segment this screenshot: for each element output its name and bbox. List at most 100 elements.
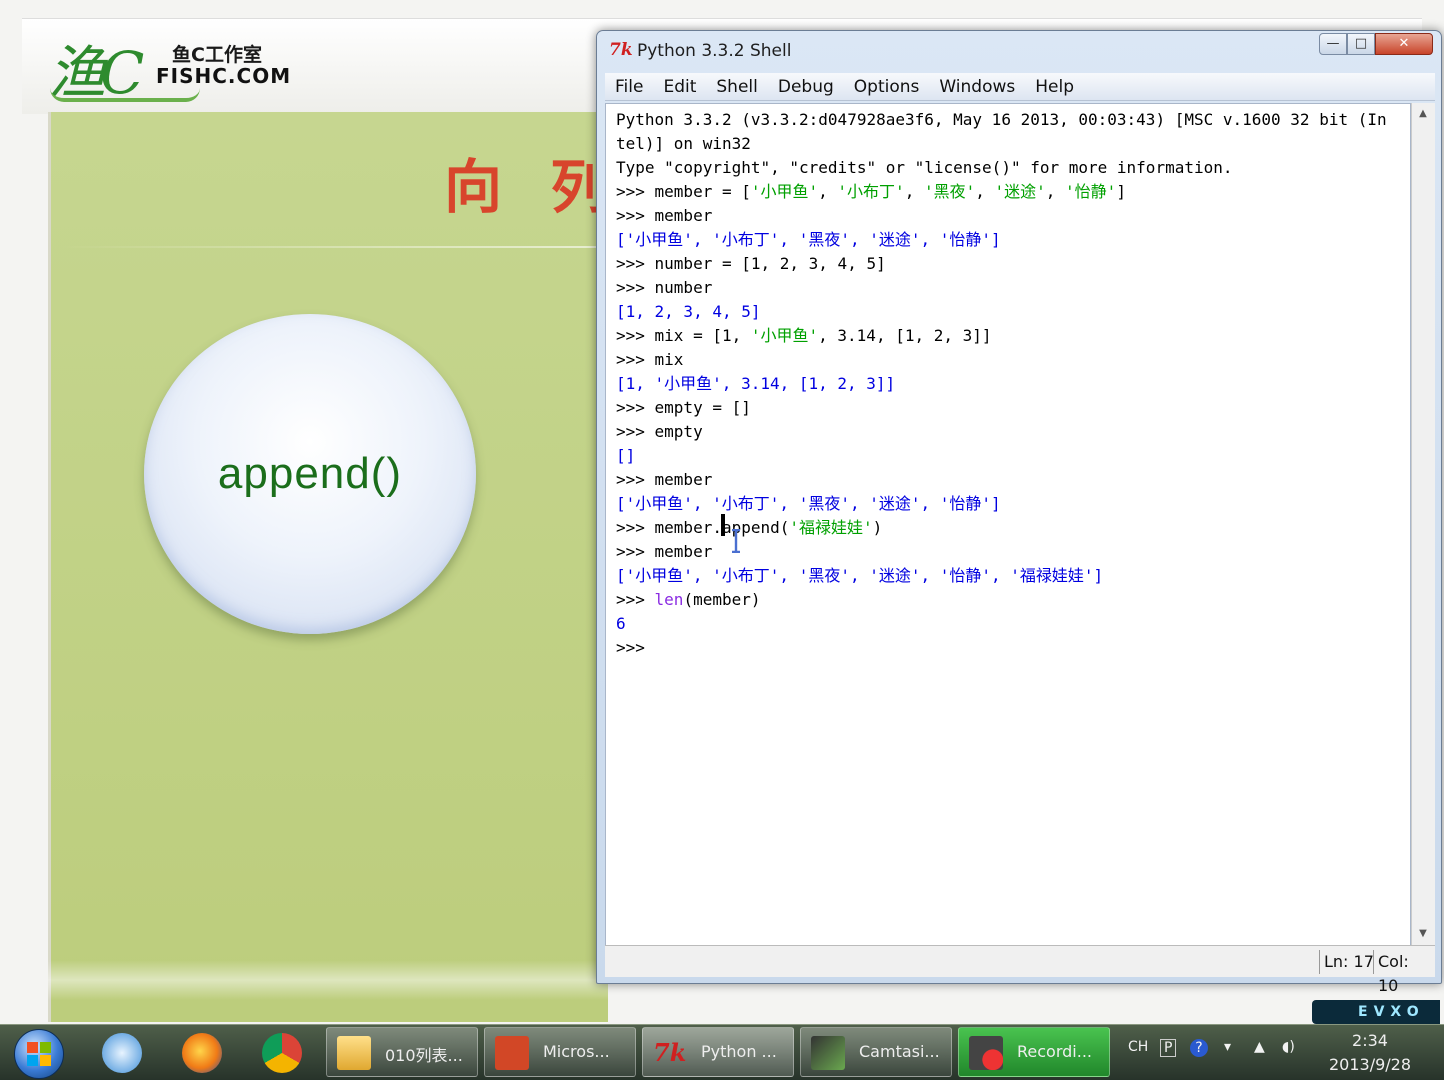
shell-line: >>> empty = [] [616, 396, 1387, 420]
shell-line: Python 3.3.2 (v3.3.2:d047928ae3f6, May 1… [616, 108, 1387, 132]
shell-segment: Type "copyright", "credits" or "license(… [616, 158, 1233, 177]
scroll-up-arrow-icon[interactable]: ▲ [1414, 105, 1432, 123]
shell-segment: [1, '小甲鱼', 3.14, [1, 2, 3]] [616, 374, 896, 393]
shell-segment: ) [872, 518, 883, 537]
shell-segment: , 3.14, [1, 2, 3]] [818, 326, 992, 345]
maximize-button[interactable]: □ [1347, 33, 1375, 55]
shell-line: >>> member = ['小甲鱼', '小布丁', '黑夜', '迷途', … [616, 180, 1387, 204]
ime-options-icon[interactable]: ▾ [1224, 1039, 1231, 1055]
shell-segment: >>> mix [616, 350, 684, 369]
help-icon[interactable]: ? [1190, 1039, 1208, 1057]
start-button[interactable] [14, 1029, 64, 1079]
shell-segment: '小甲鱼' [750, 326, 819, 345]
shell-text-area[interactable]: Python 3.3.2 (v3.3.2:d047928ae3f6, May 1… [605, 103, 1411, 969]
menu-file[interactable]: File [605, 77, 653, 97]
taskbar-folder[interactable]: 010列表... [326, 1027, 478, 1077]
shell-segment: , [975, 182, 995, 201]
shell-segment: >>> member [616, 542, 713, 561]
shell-segment: ['小甲鱼', '小布丁', '黑夜', '迷途', '怡静'] [616, 494, 1001, 513]
circle-label: append() [217, 449, 403, 498]
shell-line: >>> member [616, 468, 1387, 492]
shell-line: 6 [616, 612, 1387, 636]
menu-edit[interactable]: Edit [653, 77, 706, 97]
append-circle: append() [144, 314, 476, 634]
shell-segment: (member) [683, 590, 761, 609]
shell-segment: >>> mix = [1, [616, 326, 751, 345]
minimize-button[interactable]: — [1319, 33, 1347, 55]
shell-line: ['小甲鱼', '小布丁', '黑夜', '迷途', '怡静', '福禄娃娃'] [616, 564, 1387, 588]
task-label: Python ... [701, 1042, 777, 1061]
window-titlebar[interactable]: 7k Python 3.3.2 Shell — □ ✕ [597, 31, 1441, 69]
shell-line: >>> number [616, 276, 1387, 300]
text-caret [721, 514, 725, 536]
menu-debug[interactable]: Debug [768, 77, 844, 97]
input-language[interactable]: CH [1128, 1039, 1148, 1055]
python-idle-icon: 7k [653, 1038, 687, 1067]
menu-help[interactable]: Help [1025, 77, 1084, 97]
menu-options[interactable]: Options [844, 77, 930, 97]
taskbar-recording[interactable]: Recordi... [958, 1027, 1110, 1077]
ibeam-cursor-icon [732, 529, 740, 553]
taskbar: 010列表... Micros... 7k Python ... Camtasi… [0, 1024, 1444, 1080]
shell-segment: >>> number [616, 278, 713, 297]
close-button[interactable]: ✕ [1375, 33, 1433, 55]
logo-chinese-text: 鱼C工作室 [172, 44, 262, 66]
recording-icon [969, 1036, 1003, 1070]
shell-segment: >>> [616, 638, 655, 657]
show-hidden-icons-icon[interactable]: ▲ [1254, 1039, 1265, 1055]
shell-segment: >>> member.append( [616, 518, 790, 537]
shell-segment: 6 [616, 614, 626, 633]
shell-segment: [] [616, 446, 636, 465]
fishc-logo: 渔C 鱼C工作室 FISHC.COM [44, 26, 304, 110]
vertical-scrollbar[interactable]: ▲ ▼ [1411, 103, 1435, 973]
clock[interactable]: 2:34 2013/9/28 [1316, 1029, 1424, 1077]
shell-line: [1, '小甲鱼', 3.14, [1, 2, 3]] [616, 372, 1387, 396]
taskbar-camtasia[interactable]: Camtasi... [800, 1027, 952, 1077]
shell-segment: >>> empty [616, 422, 703, 441]
chrome-pin-icon[interactable] [262, 1033, 302, 1073]
camtasia-icon [811, 1036, 845, 1070]
idle-app-icon: 7k [609, 40, 633, 60]
python-shell-window[interactable]: 7k Python 3.3.2 Shell — □ ✕ File Edit Sh… [596, 30, 1442, 995]
task-label: 010列表... [385, 1046, 463, 1065]
clock-time: 2:34 [1352, 1031, 1388, 1050]
shell-line: >>> mix = [1, '小甲鱼', 3.14, [1, 2, 3]] [616, 324, 1387, 348]
shell-segment: >>> member [616, 206, 713, 225]
shell-segment: >>> empty = [] [616, 398, 751, 417]
shell-segment: ['小甲鱼', '小布丁', '黑夜', '迷途', '怡静'] [616, 230, 1001, 249]
shell-segment: '小甲鱼' [750, 182, 819, 201]
shell-line: [1, 2, 3, 4, 5] [616, 300, 1387, 324]
logo-english-text: FISHC.COM [156, 64, 292, 88]
shell-segment: >>> member = [ [616, 182, 751, 201]
recorder-watermark: EVXO [1312, 1000, 1440, 1024]
shell-segment: '小布丁' [837, 182, 905, 201]
shell-segment: >>> number = [1, 2, 3, 4, 5] [616, 254, 886, 273]
task-label: Micros... [543, 1042, 610, 1061]
shell-line: [] [616, 444, 1387, 468]
window-controls: — □ ✕ [1319, 33, 1433, 55]
menu-windows[interactable]: Windows [929, 77, 1025, 97]
shell-segment: '怡静' [1065, 182, 1117, 201]
task-label: Recordi... [1017, 1042, 1092, 1061]
firefox-pin-icon[interactable] [182, 1033, 222, 1073]
scroll-down-arrow-icon[interactable]: ▼ [1414, 925, 1432, 943]
clock-date: 2013/9/28 [1328, 1055, 1412, 1074]
window-title: Python 3.3.2 Shell [637, 41, 792, 61]
ime-pad-icon[interactable]: P [1160, 1039, 1177, 1057]
taskbar-powerpoint[interactable]: Micros... [484, 1027, 636, 1077]
shell-segment: '迷途' [994, 182, 1046, 201]
shell-line: ['小甲鱼', '小布丁', '黑夜', '迷途', '怡静'] [616, 228, 1387, 252]
shell-line: Type "copyright", "credits" or "license(… [616, 156, 1387, 180]
shell-line: ['小甲鱼', '小布丁', '黑夜', '迷途', '怡静'] [616, 492, 1387, 516]
volume-icon[interactable]: ◖) [1282, 1039, 1295, 1055]
taskbar-python[interactable]: 7k Python ... [642, 1027, 794, 1077]
status-line: Ln: 17 [1319, 950, 1378, 974]
powerpoint-icon [495, 1036, 529, 1070]
menu-shell[interactable]: Shell [706, 77, 767, 97]
slide-divider [60, 246, 600, 248]
shell-segment: ] [1116, 182, 1126, 201]
shell-segment: , [1045, 182, 1066, 201]
shell-line: >>> len(member) [616, 588, 1387, 612]
shell-segment: '黑夜' [923, 182, 976, 201]
windows-explorer-pin-icon[interactable] [102, 1033, 142, 1073]
